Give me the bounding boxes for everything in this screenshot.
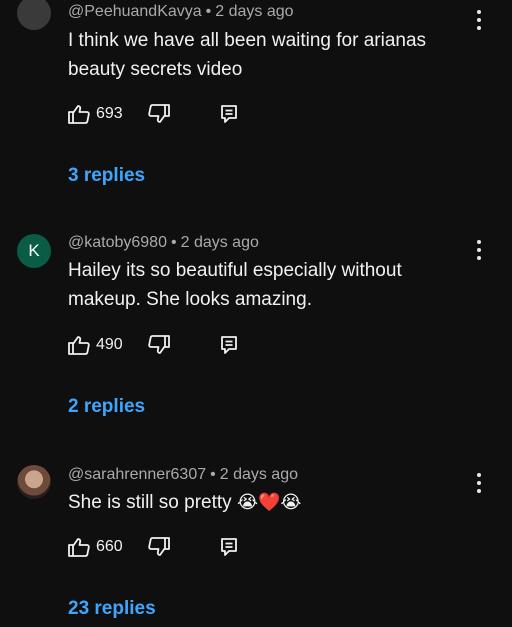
more-vert-icon[interactable] [474, 473, 484, 493]
like-count: 660 [96, 538, 123, 555]
avatar[interactable]: K [17, 234, 51, 268]
reply-button[interactable] [220, 537, 238, 557]
comment-text: She is still so pretty 😭❤️😭 [68, 488, 468, 517]
comment-author[interactable]: @katoby6980 [68, 234, 167, 251]
avatar[interactable] [17, 465, 51, 499]
thumbs-down-icon [148, 335, 170, 354]
meta-separator: • [210, 466, 216, 483]
meta-separator: • [205, 3, 212, 20]
reply-button[interactable] [220, 335, 238, 355]
replies-link[interactable]: 3 replies [68, 165, 145, 187]
like-count: 490 [96, 336, 123, 353]
comment-text: Hailey its so beautiful especially witho… [68, 260, 402, 310]
like-button[interactable]: 693 [68, 104, 123, 124]
reply-icon [221, 538, 237, 556]
comment-text-body: She is still so pretty [68, 492, 237, 513]
more-vert-icon[interactable] [474, 240, 484, 260]
comment-meta: @PeehuandKavya • 2 days ago [68, 3, 294, 21]
like-button[interactable]: 660 [68, 537, 123, 557]
like-count: 693 [96, 105, 123, 122]
comment-time[interactable]: 2 days ago [215, 3, 293, 20]
comment-time[interactable]: 2 days ago [220, 466, 298, 483]
emoji-group: 😭❤️😭 [236, 492, 302, 512]
reply-icon [221, 105, 237, 123]
comment-time[interactable]: 2 days ago [181, 234, 259, 251]
dislike-button[interactable] [148, 537, 170, 557]
like-button[interactable]: 490 [68, 335, 123, 355]
thumbs-down-icon [148, 104, 170, 123]
reply-button[interactable] [220, 104, 238, 124]
thumbs-up-icon [68, 336, 90, 355]
comment-author[interactable]: @sarahrenner6307 [68, 466, 206, 483]
comment-text: I think we have all been waiting for ari… [68, 30, 427, 80]
avatar-letter: K [28, 241, 40, 260]
dislike-button[interactable] [148, 335, 170, 355]
thumbs-down-icon [148, 537, 170, 556]
avatar[interactable] [17, 0, 51, 30]
replies-link[interactable]: 23 replies [68, 598, 156, 620]
replies-link[interactable]: 2 replies [68, 396, 145, 418]
comment-author[interactable]: @PeehuandKavya [68, 3, 202, 20]
more-vert-icon[interactable] [474, 10, 484, 30]
comment-meta: @katoby6980 • 2 days ago [68, 234, 259, 252]
meta-separator: • [170, 234, 177, 251]
dislike-button[interactable] [148, 104, 170, 124]
thumbs-up-icon [68, 105, 90, 124]
comment-meta: @sarahrenner6307 • 2 days ago [68, 466, 298, 484]
reply-icon [221, 336, 237, 354]
thumbs-up-icon [68, 538, 90, 557]
